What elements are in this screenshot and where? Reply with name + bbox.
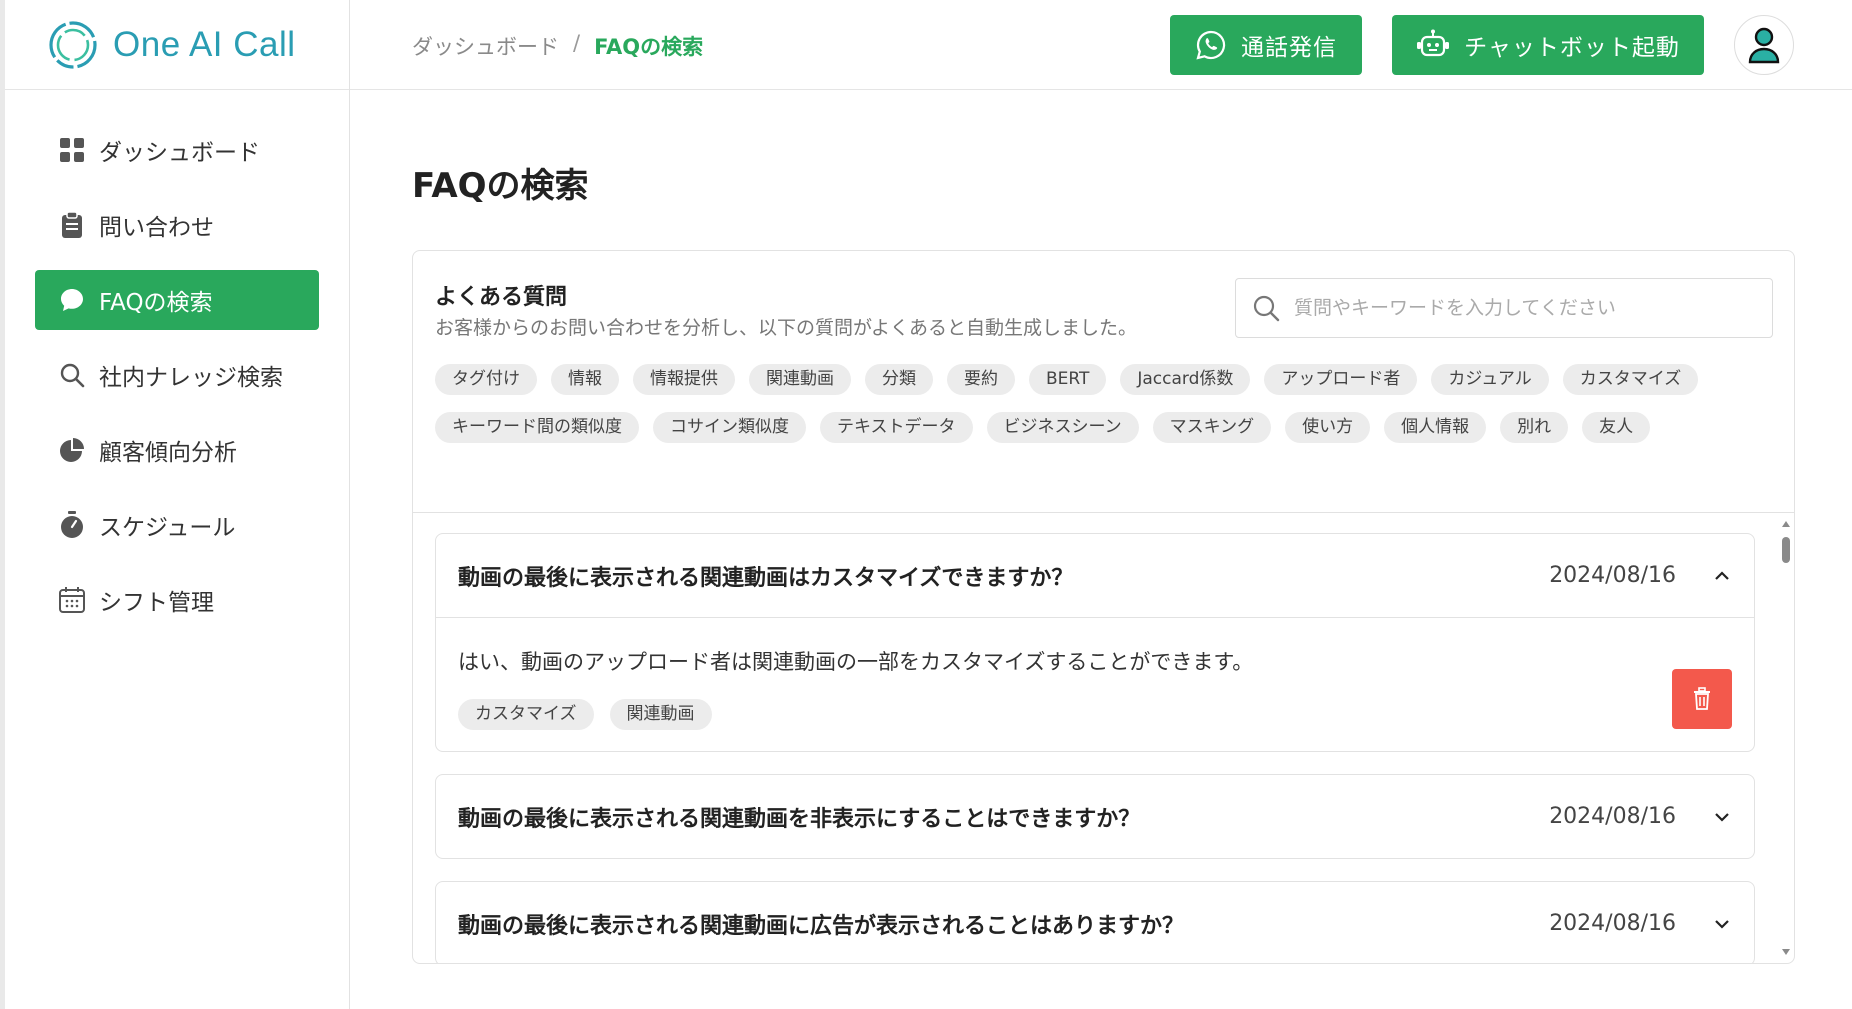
tag-chip[interactable]: カジュアル (1431, 364, 1549, 395)
trash-icon (1694, 687, 1710, 710)
tag-chip[interactable]: 別れ (1500, 412, 1569, 443)
faq-list: 動画の最後に表示される関連動画はカスタマイズできますか？ 2024/08/16 … (413, 513, 1794, 963)
tag-chip[interactable]: 使い方 (1285, 412, 1371, 443)
logo[interactable]: One AI Call (5, 0, 349, 90)
sidebar-item-inquiries[interactable]: 問い合わせ (35, 195, 319, 255)
calendar-icon (57, 585, 87, 615)
sidebar-item-label: 問い合わせ (99, 215, 214, 241)
scroll-down-arrow-icon[interactable] (1782, 949, 1790, 955)
tag-chip[interactable]: ビジネスシーン (986, 412, 1139, 443)
sidebar-item-label: ダッシュボード (99, 140, 260, 166)
faq-item-header[interactable]: 動画の最後に表示される関連動画を非表示にすることはできますか？ 2024/08/… (436, 775, 1754, 858)
faq-date: 2024/08/16 (1549, 563, 1676, 588)
faq-tag[interactable]: 関連動画 (609, 699, 712, 730)
tag-chip[interactable]: 情報提供 (633, 364, 735, 395)
top-header: ダッシュボード / FAQの検索 通話発信 チャットボット起動 (350, 0, 1852, 90)
tag-chip[interactable]: コサイン類似度 (653, 412, 806, 443)
faq-question: 動画の最後に表示される関連動画を非表示にすることはできますか？ (458, 806, 1141, 832)
tag-chip[interactable]: タグ付け (435, 364, 537, 395)
card-description: お客様からのお問い合わせを分析し、以下の質問がよくあると自動生成しました。 (435, 317, 1138, 339)
faq-answer-tags: カスタマイズ 関連動画 (458, 699, 728, 747)
tag-chip[interactable]: BERT (1029, 364, 1107, 395)
tag-chip[interactable]: 情報 (551, 364, 619, 395)
sidebar-item-label: 社内ナレッジ検索 (99, 365, 283, 391)
faq-date: 2024/08/16 (1549, 804, 1676, 829)
sidebar-item-label: シフト管理 (99, 590, 214, 616)
clipboard-icon (57, 210, 87, 240)
call-button[interactable]: 通話発信 (1170, 15, 1362, 75)
logo-text: One AI Call (113, 24, 296, 64)
tag-chip[interactable]: アップロード者 (1264, 364, 1418, 395)
faq-item-header[interactable]: 動画の最後に表示される関連動画はカスタマイズできますか？ 2024/08/16 (436, 534, 1754, 617)
sidebar-item-dashboard[interactable]: ダッシュボード (35, 120, 319, 180)
faq-item: 動画の最後に表示される関連動画はカスタマイズできますか？ 2024/08/16 … (435, 533, 1755, 752)
faq-search-box[interactable] (1235, 278, 1773, 338)
tag-chip[interactable]: 分類 (865, 364, 933, 395)
delete-faq-button[interactable] (1672, 669, 1732, 729)
sidebar: One AI Call ダッシュボード 問い合わせ FAQの検索 社内ナレッジ検… (0, 0, 350, 1009)
faq-search-input[interactable] (1294, 297, 1734, 319)
sidebar-item-customer-analysis[interactable]: 顧客傾向分析 (35, 420, 319, 480)
sidebar-item-faq-search[interactable]: FAQの検索 (35, 270, 319, 330)
user-icon (1748, 27, 1780, 64)
tag-list: タグ付け 情報 情報提供 関連動画 分類 要約 BERT Jaccard係数 アップロード者 カジ… (435, 364, 1775, 460)
faq-answer: はい、動画のアップロード者は関連動画の一部をカスタマイズすることができます。 (458, 650, 1254, 674)
faq-question: 動画の最後に表示される関連動画はカスタマイズできますか？ (458, 565, 1074, 591)
faq-tag[interactable]: カスタマイズ (458, 699, 594, 730)
chevron-down-icon[interactable] (1712, 914, 1732, 934)
scrollbar-thumb[interactable] (1782, 537, 1790, 563)
sidebar-item-label: 顧客傾向分析 (99, 440, 237, 466)
call-button-label: 通話発信 (1241, 35, 1337, 61)
sidebar-nav: ダッシュボード 問い合わせ FAQの検索 社内ナレッジ検索 顧客傾向分析 スケジ… (5, 120, 349, 630)
faq-question: 動画の最後に表示される関連動画に広告が表示されることはありますか？ (458, 913, 1185, 939)
tag-chip[interactable]: 個人情報 (1384, 412, 1487, 443)
whatsapp-icon (1196, 30, 1226, 60)
tag-chip[interactable]: 要約 (947, 364, 1015, 395)
tag-chip[interactable]: マスキング (1152, 412, 1272, 443)
user-avatar[interactable] (1734, 15, 1794, 75)
card-title: よくある質問 (435, 285, 568, 310)
tag-chip[interactable]: テキストデータ (820, 412, 973, 443)
tag-chip[interactable]: 関連動画 (749, 364, 851, 395)
chatbot-button-label: チャットボット起動 (1464, 35, 1680, 61)
breadcrumb: ダッシュボード / FAQの検索 (412, 31, 703, 61)
pie-chart-icon (57, 435, 87, 465)
logo-ring-icon (49, 20, 97, 69)
grid-icon (57, 135, 87, 165)
sidebar-item-shift-management[interactable]: シフト管理 (35, 570, 319, 630)
tag-chip[interactable]: キーワード間の類似度 (435, 412, 639, 443)
timer-icon (57, 510, 87, 540)
page-title: FAQの検索 (412, 166, 589, 206)
faq-item: 動画の最後に表示される関連動画を非表示にすることはできますか？ 2024/08/… (435, 774, 1755, 859)
breadcrumb-separator: / (573, 31, 581, 55)
sidebar-item-schedule[interactable]: スケジュール (35, 495, 319, 555)
faq-item: 動画の最後に表示される関連動画に広告が表示されることはありますか？ 2024/0… (435, 881, 1755, 963)
breadcrumb-current: FAQの検索 (594, 35, 704, 59)
chatbot-button[interactable]: チャットボット起動 (1392, 15, 1704, 75)
tag-chip[interactable]: Jaccard係数 (1120, 364, 1251, 395)
sidebar-item-label: FAQの検索 (99, 290, 213, 316)
search-icon (57, 360, 87, 390)
chevron-down-icon[interactable] (1712, 807, 1732, 827)
scroll-up-arrow-icon[interactable] (1782, 521, 1790, 527)
chevron-up-icon[interactable] (1712, 566, 1732, 586)
sidebar-item-knowledge-search[interactable]: 社内ナレッジ検索 (35, 345, 319, 405)
chat-bubble-icon (57, 285, 87, 315)
faq-card: よくある質問 お客様からのお問い合わせを分析し、以下の質問がよくあると自動生成し… (412, 250, 1795, 964)
faq-date: 2024/08/16 (1549, 911, 1676, 936)
tag-chip[interactable]: 友人 (1582, 412, 1651, 443)
faq-scrollbar[interactable] (1778, 513, 1794, 963)
faq-item-header[interactable]: 動画の最後に表示される関連動画に広告が表示されることはありますか？ 2024/0… (436, 882, 1754, 963)
breadcrumb-root[interactable]: ダッシュボード (412, 31, 559, 61)
faq-answer-panel: はい、動画のアップロード者は関連動画の一部をカスタマイズすることができます。 カ… (436, 617, 1754, 751)
robot-icon (1417, 29, 1450, 57)
tag-chip[interactable]: カスタマイズ (1562, 364, 1699, 395)
sidebar-item-label: スケジュール (99, 515, 236, 541)
search-icon (1253, 295, 1280, 322)
